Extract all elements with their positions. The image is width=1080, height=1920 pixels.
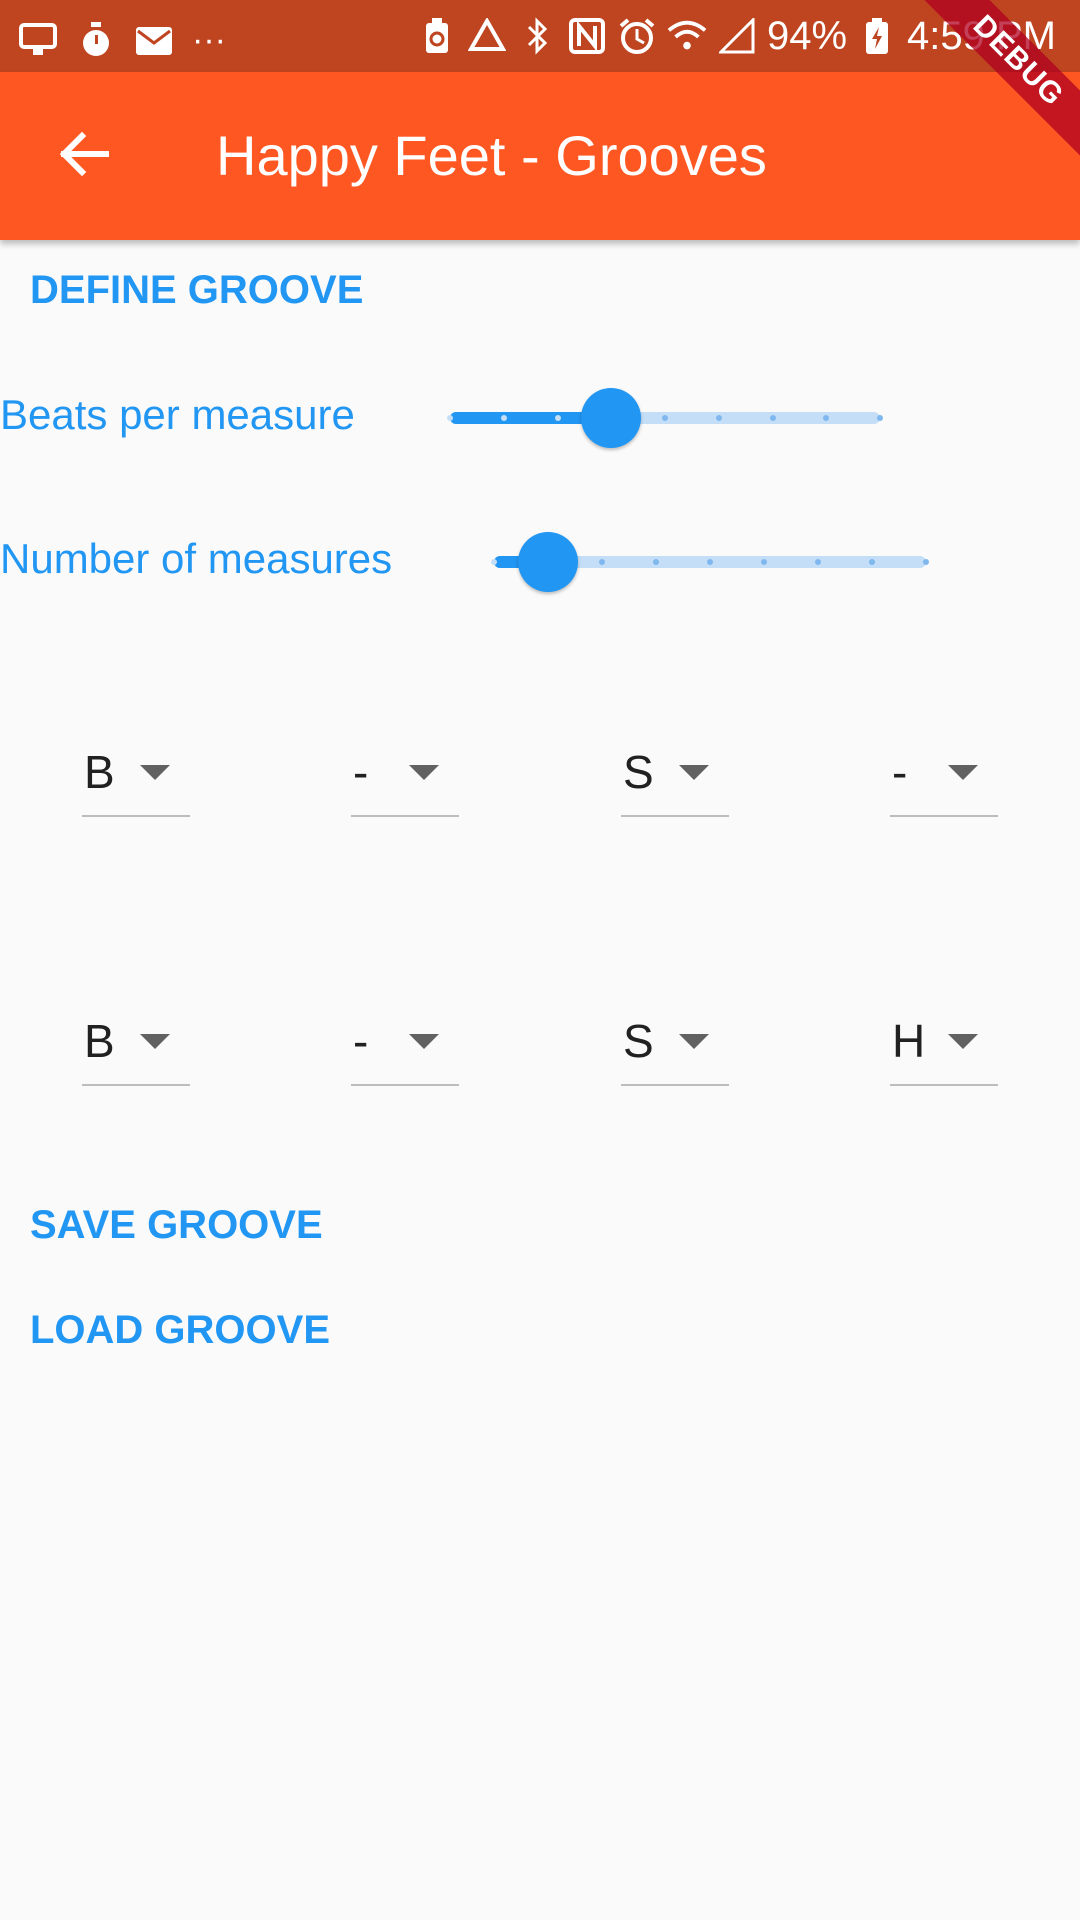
app-bar: Happy Feet - Grooves (0, 72, 1080, 240)
status-time: 4:59 PM (907, 14, 1056, 58)
slider-tick (715, 415, 722, 421)
slider-tick (554, 415, 561, 421)
dropdown-value: B (84, 1015, 115, 1067)
more-notifications-icon: ··· (192, 21, 226, 59)
save-groove-button[interactable]: SAVE GROOVE (30, 1201, 323, 1249)
slider-thumb[interactable] (518, 532, 578, 592)
slider-tick (500, 415, 507, 421)
arrow-drop-down-icon (948, 765, 978, 780)
recycle-icon (467, 16, 507, 56)
arrow-drop-down-icon (409, 1034, 439, 1049)
arrow-drop-down-icon (140, 1034, 170, 1049)
arrow-back-icon (56, 126, 112, 187)
groove-dropdown[interactable]: B (82, 735, 190, 817)
groove-dropdown[interactable]: S (621, 735, 729, 817)
slider-tick (761, 559, 767, 565)
slider-tick (815, 559, 821, 565)
dropdown-value: S (623, 1015, 654, 1067)
battery-charging-icon (857, 16, 897, 56)
dropdown-value: - (892, 746, 908, 798)
groove-dropdown[interactable]: B (82, 1004, 190, 1086)
load-groove-button[interactable]: LOAD GROOVE (30, 1306, 330, 1354)
arrow-drop-down-icon (409, 765, 439, 780)
slider-thumb[interactable] (581, 388, 642, 448)
email-icon (134, 20, 174, 60)
groove-dropdown[interactable]: H (890, 1004, 998, 1086)
beats-per-measure-slider[interactable] (447, 388, 883, 448)
battery-saver-icon (417, 16, 457, 56)
slider-tick (877, 415, 883, 421)
groove-dropdown[interactable]: - (351, 735, 459, 817)
status-bar: ··· 94% 4:59 PM (0, 0, 1080, 72)
screen-cast-icon (18, 20, 58, 60)
slider-tick (769, 415, 776, 421)
bluetooth-icon (517, 16, 557, 56)
groove-dropdown[interactable]: S (621, 1004, 729, 1086)
arrow-drop-down-icon (679, 765, 709, 780)
back-button[interactable] (36, 108, 132, 204)
page-title: Happy Feet - Grooves (216, 124, 767, 187)
slider-tick (707, 559, 713, 565)
arrow-drop-down-icon (140, 765, 170, 780)
number-of-measures-label: Number of measures (0, 535, 393, 582)
slider-tick (869, 559, 875, 565)
slider-tick (599, 559, 605, 565)
slider-tick (491, 559, 497, 565)
arrow-drop-down-icon (679, 1034, 709, 1049)
alarm-icon (617, 16, 657, 56)
battery-percent: 94% (766, 14, 848, 58)
slider-tick (653, 559, 659, 565)
dropdown-value: - (353, 1015, 369, 1067)
wifi-icon (667, 16, 707, 56)
nfc-icon (567, 16, 607, 56)
define-groove-button[interactable]: DEFINE GROOVE (30, 266, 363, 314)
slider-tick (447, 415, 453, 421)
groove-dropdown[interactable]: - (890, 735, 998, 817)
signal-icon (717, 16, 757, 56)
arrow-drop-down-icon (948, 1034, 978, 1049)
groove-dropdown[interactable]: - (351, 1004, 459, 1086)
dropdown-value: H (892, 1015, 926, 1067)
dropdown-value: B (84, 746, 115, 798)
number-of-measures-slider[interactable] (491, 532, 929, 592)
slider-tick (662, 415, 668, 421)
stopwatch-icon (76, 20, 116, 60)
slider-tick (923, 559, 929, 565)
dropdown-value: - (353, 746, 369, 798)
beats-per-measure-label: Beats per measure (0, 391, 355, 438)
dropdown-value: S (623, 746, 654, 798)
